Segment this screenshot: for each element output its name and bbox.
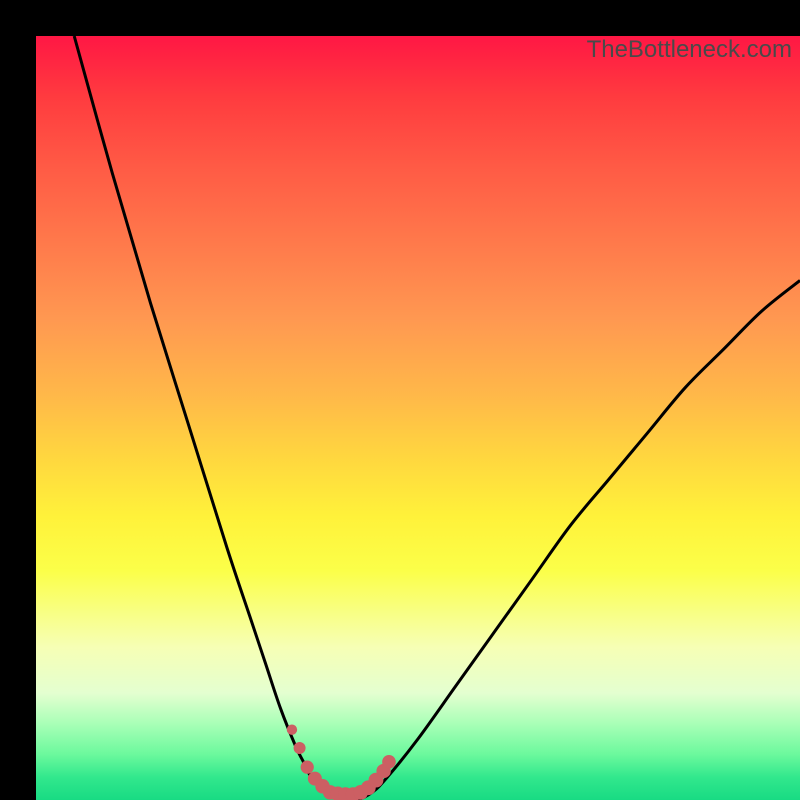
- plot-area: TheBottleneck.com: [36, 36, 800, 800]
- highlight-dot: [301, 761, 314, 774]
- curve-path: [74, 36, 800, 800]
- marker-group: [287, 725, 396, 800]
- bottleneck-curve: [36, 36, 800, 800]
- highlight-dot: [294, 742, 306, 754]
- chart-frame: TheBottleneck.com: [0, 0, 800, 800]
- highlight-dot: [382, 755, 396, 769]
- highlight-dot: [287, 725, 297, 735]
